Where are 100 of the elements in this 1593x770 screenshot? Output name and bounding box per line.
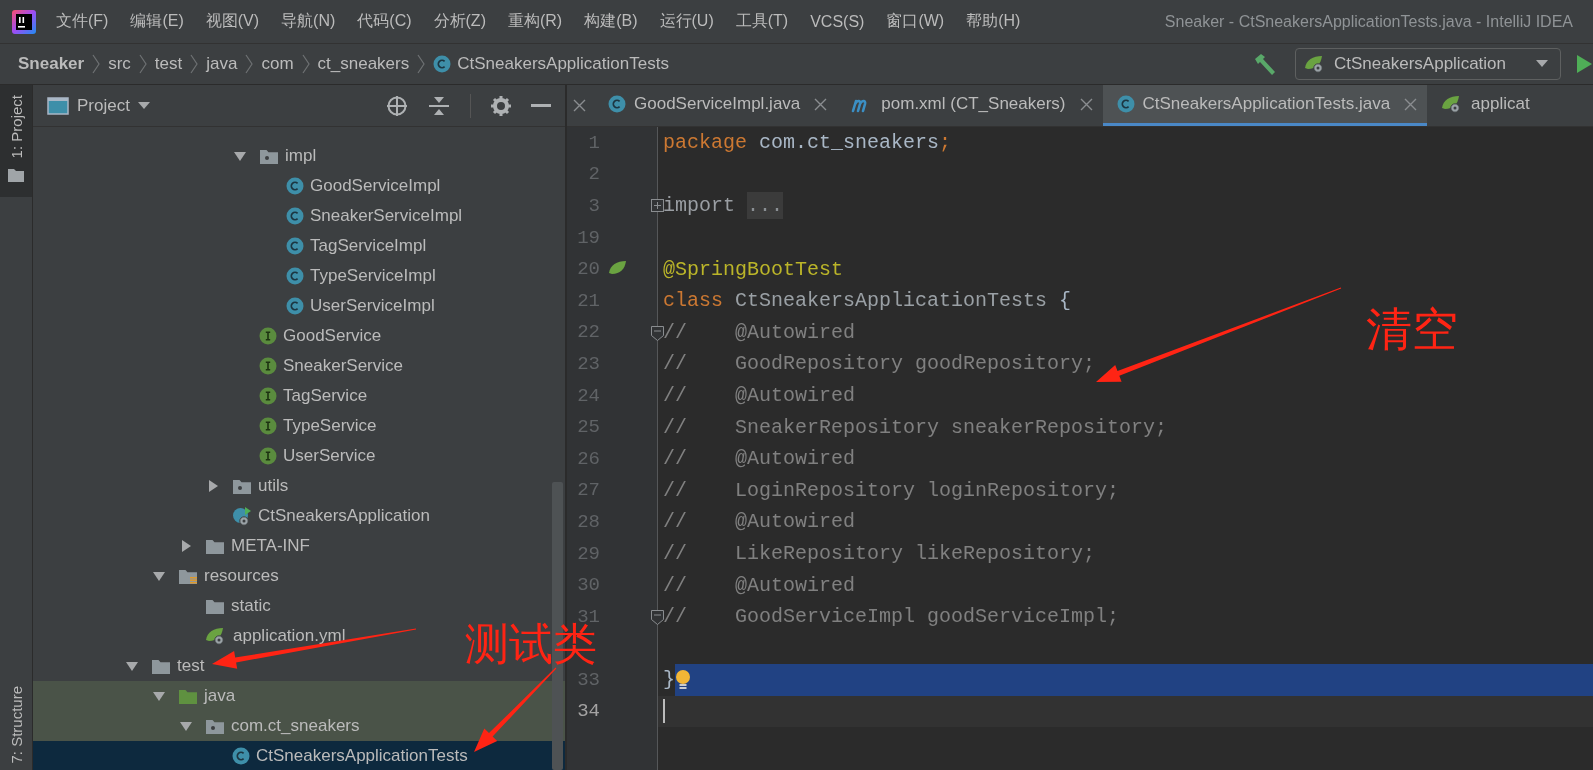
fold-plus-icon[interactable] (651, 199, 664, 213)
expanded-arrow-icon[interactable] (153, 690, 165, 702)
app-logo-icon[interactable] (12, 9, 36, 34)
menu-item[interactable]: 运行(U) (649, 7, 724, 36)
breadcrumb[interactable]: test (154, 54, 183, 74)
breadcrumb[interactable]: Sneaker (18, 54, 85, 74)
collapse-all-icon[interactable] (428, 94, 450, 117)
expanded-arrow-icon[interactable] (234, 150, 246, 162)
editor-tab[interactable]: applicat (1427, 85, 1540, 126)
menu-item[interactable]: 文件(F) (46, 7, 119, 36)
tree-item[interactable]: CtSneakersApplication (33, 501, 430, 531)
expanded-arrow-icon[interactable] (180, 720, 192, 732)
tree-item[interactable]: GoodServiceImpl (33, 171, 441, 201)
code-line: // LoginRepository loginRepository; (663, 478, 1120, 502)
collapsed-arrow-icon[interactable] (180, 540, 192, 552)
menu-item[interactable]: 编辑(E) (120, 7, 194, 36)
panel-title[interactable]: Project (77, 95, 130, 116)
editor-tab[interactable]: CtSneakersApplicationTests.java (1102, 85, 1428, 126)
close-icon[interactable] (814, 97, 828, 111)
editor-tab[interactable]: pom.xml (CT_Sneakers) (837, 85, 1103, 126)
tool-window-button[interactable]: 1: Project (0, 85, 32, 198)
class-icon (286, 297, 304, 315)
tree-item[interactable]: TypeServiceImpl (33, 261, 436, 291)
editor-tab[interactable]: GoodServiceImpl.java (594, 85, 838, 126)
line-number: 34 (577, 700, 600, 723)
fold-minus-icon[interactable] (651, 609, 664, 625)
close-icon[interactable] (1404, 97, 1418, 111)
tool-window-button[interactable]: 7: Structure (0, 676, 32, 770)
tree-item[interactable]: java (33, 681, 565, 711)
code-line: // @Autowired (663, 447, 856, 471)
code-line: // @Autowired (663, 573, 856, 597)
tree-item[interactable]: UserServiceImpl (33, 291, 435, 321)
code-line: } (663, 668, 675, 692)
menu-item[interactable]: 导航(N) (271, 7, 346, 36)
lightbulb-icon[interactable] (675, 668, 691, 691)
tree-item[interactable]: META-INF (33, 531, 310, 561)
tree-item[interactable]: TypeService (33, 411, 377, 441)
annotation-text: 清空 (1366, 306, 1458, 352)
expanded-arrow-icon[interactable] (153, 570, 165, 582)
interface-icon (259, 447, 277, 465)
tree-item[interactable]: CtSneakersApplicationTests (33, 741, 565, 770)
menu-item[interactable]: 重构(R) (497, 7, 573, 36)
tree-item[interactable]: UserService (33, 441, 376, 471)
breadcrumb[interactable]: ct_sneakers (317, 54, 410, 74)
tree-item[interactable]: test (33, 651, 205, 681)
chevron-icon (301, 54, 310, 74)
chevron-icon (190, 54, 199, 74)
breadcrumb[interactable]: CtSneakersApplicationTests (433, 54, 669, 74)
tree-item[interactable]: impl (33, 141, 317, 171)
close-icon[interactable] (1079, 97, 1093, 111)
chevron-icon (245, 54, 254, 74)
menu-item[interactable]: 视图(V) (195, 7, 270, 36)
window-icon (47, 96, 69, 115)
interface-icon (259, 327, 277, 345)
code-line: // @Autowired (663, 510, 856, 534)
tree-item[interactable]: static (33, 591, 271, 621)
menu-item[interactable]: 代码(C) (347, 7, 422, 36)
run-configuration-dropdown[interactable]: CtSneakersApplication (1295, 48, 1561, 80)
chevron-icon (417, 54, 426, 74)
fold-minus-icon[interactable] (651, 325, 664, 341)
tree-item[interactable]: application.yml (33, 621, 346, 651)
resources-folder-icon (178, 567, 198, 585)
code-line: // @Autowired (663, 384, 856, 408)
expanded-arrow-icon[interactable] (126, 660, 138, 672)
folder-icon (205, 537, 225, 555)
tree-item[interactable]: com.ct_sneakers (33, 711, 565, 741)
tree-item[interactable]: TagService (33, 381, 368, 411)
interface-icon (259, 417, 277, 435)
tree-item[interactable]: SneakerServiceImpl (33, 201, 463, 231)
close-icon[interactable] (573, 99, 586, 112)
chevron-icon (92, 54, 101, 74)
menu-item[interactable]: 工具(T) (725, 7, 799, 36)
menu-item[interactable]: VCS(S) (800, 8, 875, 35)
tree-item[interactable]: TagServiceImpl (33, 231, 427, 261)
menu-item[interactable]: 帮助(H) (956, 7, 1031, 36)
folder-icon (205, 597, 225, 615)
tree-item[interactable]: utils (33, 471, 289, 501)
run-icon[interactable] (1575, 54, 1593, 74)
caret-icon[interactable] (137, 101, 150, 110)
breadcrumb[interactable]: src (108, 54, 131, 74)
tree-item[interactable]: SneakerService (33, 351, 403, 381)
window-title: Sneaker - CtSneakersApplicationTests.java - IntelliJ IDEA (1163, 12, 1574, 31)
locate-icon[interactable] (386, 94, 408, 117)
class-icon (286, 237, 304, 255)
menu-item[interactable]: 构建(B) (574, 7, 648, 36)
folder-icon (7, 168, 25, 184)
minimize-icon[interactable] (531, 103, 551, 108)
text-caret (663, 699, 665, 724)
collapsed-arrow-icon[interactable] (207, 480, 219, 492)
breadcrumb[interactable]: java (206, 54, 238, 74)
code-line: // LikeRepository likeRepository; (663, 542, 1096, 565)
menu-item[interactable]: 窗口(W) (876, 7, 955, 36)
package-icon (205, 717, 225, 735)
menu-item[interactable]: 分析(Z) (423, 7, 496, 36)
hammer-icon[interactable] (1253, 53, 1277, 75)
tree-item[interactable]: GoodService (33, 321, 382, 351)
tree-item[interactable]: resources (33, 561, 279, 591)
class-icon (286, 177, 304, 195)
breadcrumb[interactable]: com (261, 54, 294, 74)
settings-icon[interactable] (491, 95, 511, 116)
